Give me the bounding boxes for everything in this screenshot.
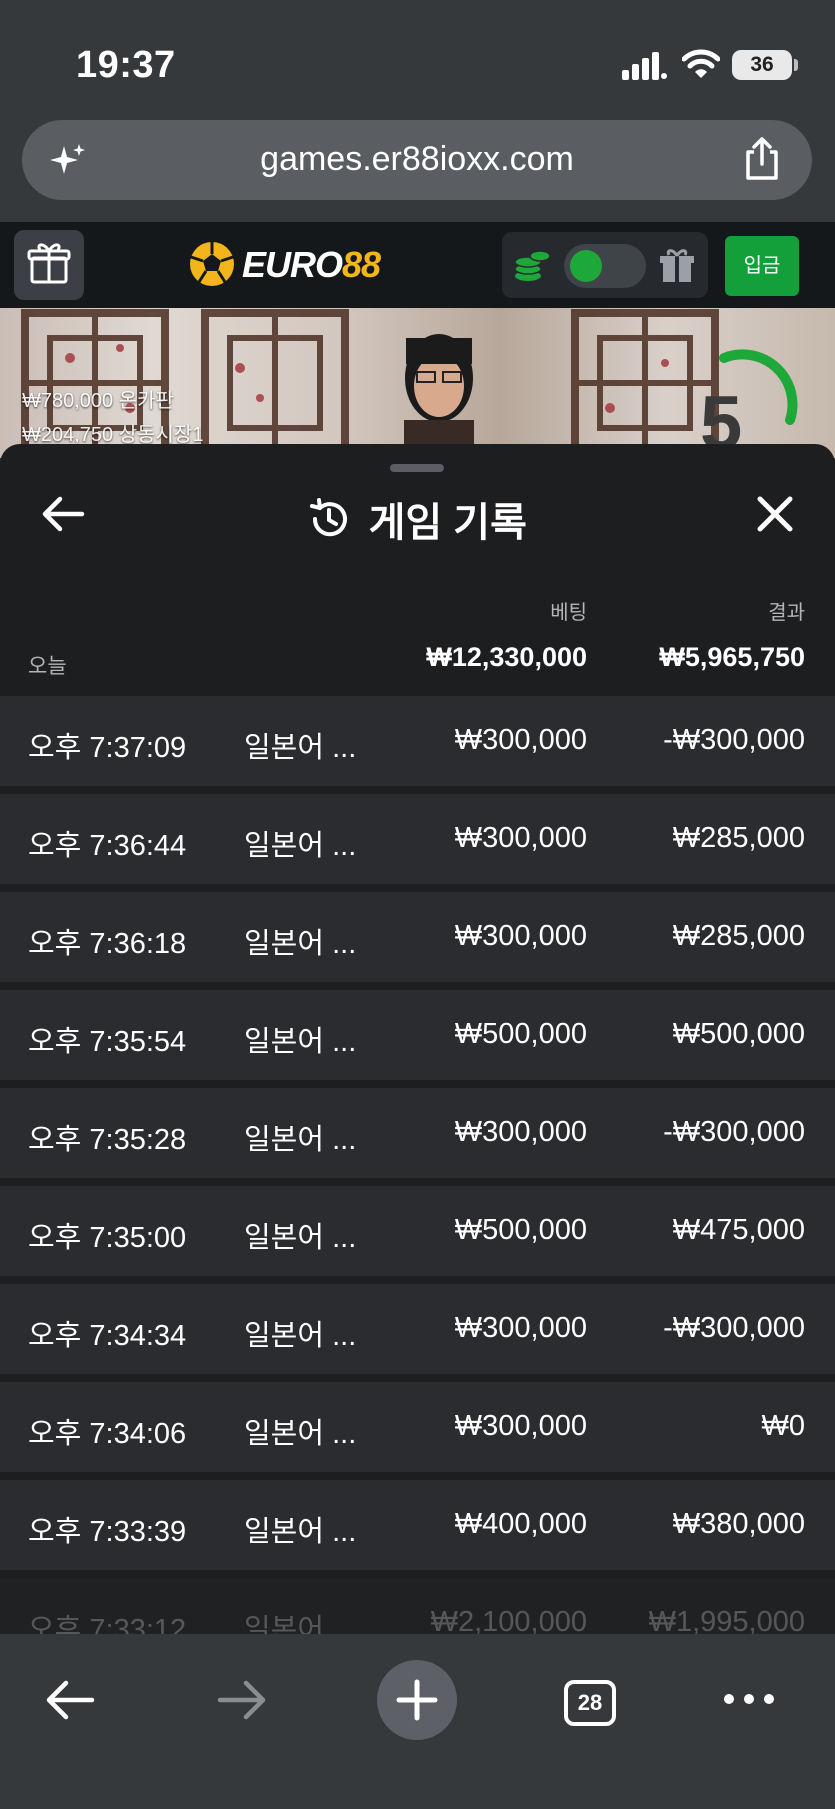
date-group-label: 오늘	[28, 655, 67, 678]
row-bet: ₩300,000	[454, 920, 587, 952]
wifi-icon	[682, 49, 720, 78]
row-bet: ₩300,000	[454, 724, 587, 756]
row-result: ₩475,000	[672, 1214, 805, 1246]
row-time: 오후 7:35:54	[28, 1026, 187, 1058]
row-game: 일본어 ...	[244, 1124, 357, 1156]
history-row[interactable]: 오후 7:33:39 일본어 ... ₩400,000 ₩380,000	[0, 1480, 835, 1570]
sheet-grabber[interactable]	[390, 464, 444, 472]
sheet-title: 게임 기록	[368, 501, 527, 545]
live-video-preview[interactable]: ₩780,000 온카판 ₩204,750 상동시장1 5	[0, 308, 835, 458]
row-game: 일본어 ...	[244, 1026, 357, 1058]
row-time: 오후 7:34:06	[28, 1418, 187, 1450]
row-result: ₩500,000	[672, 1018, 805, 1050]
more-options-icon[interactable]	[722, 1684, 776, 1714]
share-icon[interactable]	[742, 136, 782, 182]
deposit-button[interactable]: 입금	[725, 236, 799, 296]
row-time: 오후 7:35:28	[28, 1124, 187, 1156]
row-game: 일본어 ...	[244, 1418, 357, 1450]
row-result: ₩1,995,000	[648, 1606, 805, 1634]
gift-icon[interactable]	[658, 246, 696, 284]
row-result: -₩300,000	[663, 1116, 805, 1148]
row-result: -₩300,000	[663, 1312, 805, 1344]
history-clock-icon	[310, 498, 348, 537]
history-row[interactable]: 오후 7:37:09 일본어 ... ₩300,000 -₩300,000	[0, 696, 835, 786]
row-time: 오후 7:33:39	[28, 1516, 187, 1548]
row-game: 일본어 ...	[244, 928, 357, 960]
dealer-figure	[404, 334, 474, 458]
logo-number: 88	[342, 244, 381, 285]
history-row[interactable]: 오후 7:36:18 일본어 ... ₩300,000 ₩285,000	[0, 892, 835, 982]
row-result: ₩285,000	[672, 920, 805, 952]
status-bar: 19:37 36	[0, 0, 835, 120]
row-game: 일본어 ...	[244, 1614, 357, 1634]
status-time: 19:37	[76, 44, 176, 86]
row-time: 오후 7:36:44	[28, 830, 187, 862]
row-bet: ₩400,000	[454, 1508, 587, 1540]
row-bet: ₩300,000	[454, 1116, 587, 1148]
coins-icon[interactable]	[512, 246, 552, 284]
plus-icon	[396, 1679, 438, 1721]
video-info-line-2: ₩204,750 상동시장1	[22, 424, 204, 446]
row-bet: ₩2,100,000	[430, 1606, 587, 1634]
browser-back-icon[interactable]	[44, 1678, 96, 1722]
tab-count-button[interactable]: 28	[564, 1680, 616, 1726]
battery-indicator: 36	[732, 50, 792, 80]
battery-cap	[794, 59, 798, 71]
gift-menu-button[interactable]	[14, 230, 84, 300]
url-text[interactable]: games.er88ioxx.com	[22, 140, 812, 179]
history-row[interactable]: 오후 7:34:06 일본어 ... ₩300,000 ₩0	[0, 1382, 835, 1472]
column-header-result: 결과	[768, 602, 805, 624]
new-tab-button[interactable]	[377, 1660, 457, 1740]
browser-toolbar: 28	[0, 1634, 835, 1809]
gift-box-icon	[27, 243, 71, 284]
browser-forward-icon[interactable]	[216, 1678, 268, 1722]
row-time: 오후 7:37:09	[28, 732, 187, 764]
row-bet: ₩300,000	[454, 1410, 587, 1442]
row-bet: ₩300,000	[454, 1312, 587, 1344]
history-row[interactable]: 오후 7:35:28 일본어 ... ₩300,000 -₩300,000	[0, 1088, 835, 1178]
euro88-logo[interactable]: EURO88	[188, 236, 408, 292]
sheet-header: 게임 기록	[0, 490, 835, 548]
site-header: EURO88 입금	[0, 222, 835, 308]
history-row[interactable]: 오후 7:35:54 일본어 ... ₩500,000 ₩500,000	[0, 990, 835, 1080]
history-row[interactable]: 오후 7:33:12 일본어 ... ₩2,100,000 ₩1,995,000	[0, 1578, 835, 1634]
total-bet: ₩12,330,000	[426, 642, 587, 672]
balance-toggle[interactable]	[564, 244, 646, 288]
row-result: ₩380,000	[672, 1508, 805, 1540]
video-info-line-1: ₩780,000 온카판	[22, 390, 174, 412]
logo-word: EURO	[242, 244, 343, 285]
address-bar[interactable]: games.er88ioxx.com	[22, 120, 812, 200]
logo-text: EURO88	[242, 244, 381, 286]
row-game: 일본어 ...	[244, 1320, 357, 1352]
column-header-bet: 베팅	[550, 602, 587, 624]
toggle-knob	[570, 250, 602, 282]
close-icon[interactable]	[755, 494, 795, 534]
row-time: 오후 7:34:34	[28, 1320, 187, 1352]
row-time: 오후 7:33:12	[28, 1614, 187, 1634]
row-bet: ₩300,000	[454, 822, 587, 854]
row-result: -₩300,000	[663, 724, 805, 756]
cellular-signal-icon	[622, 52, 667, 80]
row-result: ₩0	[761, 1410, 806, 1442]
soccer-ball-icon	[190, 242, 234, 286]
row-bet: ₩500,000	[454, 1214, 587, 1246]
row-time: 오후 7:35:00	[28, 1222, 187, 1254]
row-bet: ₩500,000	[454, 1018, 587, 1050]
history-row[interactable]: 오후 7:35:00 일본어 ... ₩500,000 ₩475,000	[0, 1186, 835, 1276]
row-game: 일본어 ...	[244, 1222, 357, 1254]
row-result: ₩285,000	[672, 822, 805, 854]
row-game: 일본어 ...	[244, 1516, 357, 1548]
row-game: 일본어 ...	[244, 732, 357, 764]
history-row[interactable]: 오후 7:36:44 일본어 ... ₩300,000 ₩285,000	[0, 794, 835, 884]
total-result: ₩5,965,750	[659, 642, 805, 672]
window-lattice-mid	[201, 309, 349, 458]
row-game: 일본어 ...	[244, 830, 357, 862]
row-time: 오후 7:36:18	[28, 928, 187, 960]
wallet-controls	[502, 232, 708, 298]
game-history-sheet: 게임 기록 베팅 결과 오늘 ₩12,330,000 ₩5,965,750 오후…	[0, 444, 835, 1634]
history-row[interactable]: 오후 7:34:34 일본어 ... ₩300,000 -₩300,000	[0, 1284, 835, 1374]
